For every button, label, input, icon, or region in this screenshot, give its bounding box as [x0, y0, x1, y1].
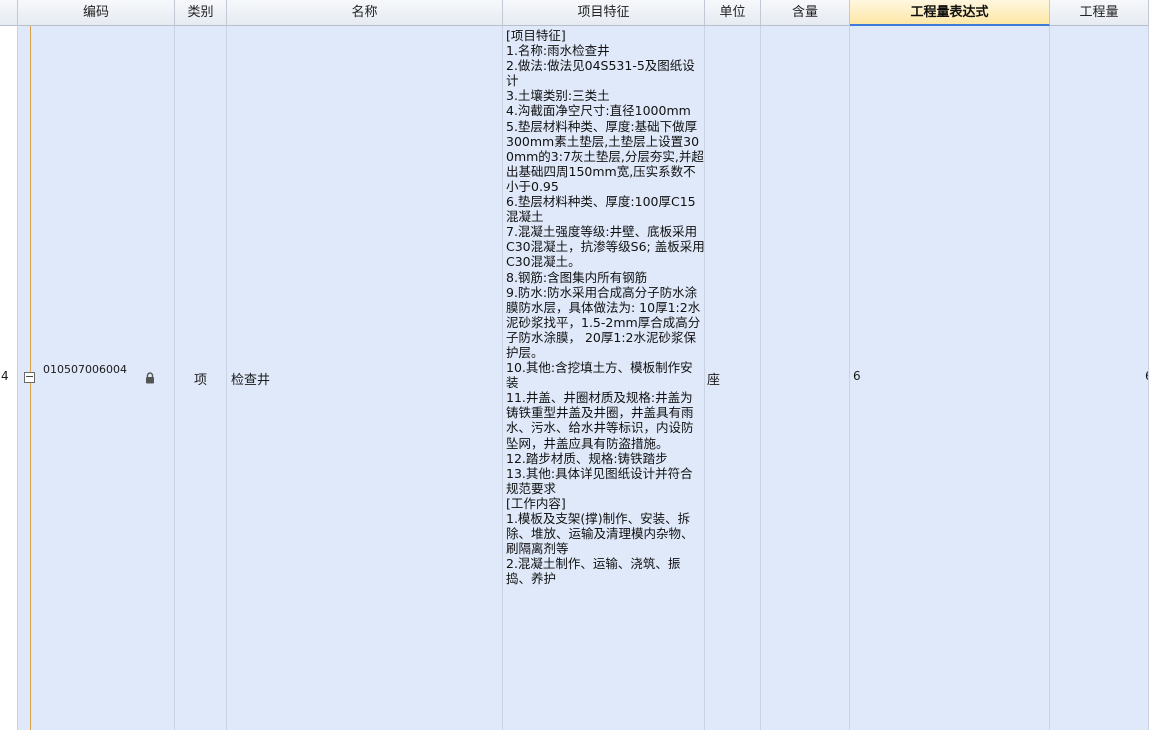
quantity-expression-cell[interactable]: 6: [850, 26, 1050, 730]
code-cell[interactable]: − 010507006004: [18, 26, 175, 730]
features-cell[interactable]: [项目特征] 1.名称:雨水检查井 2.做法:做法见04S531-5及图纸设计 …: [503, 26, 705, 730]
name-cell[interactable]: 检查井: [227, 26, 503, 730]
header-quantity-expression[interactable]: 工程量表达式: [850, 0, 1050, 26]
header-code[interactable]: 编码: [18, 0, 175, 26]
unit-value: 座: [707, 373, 721, 388]
header-quantity[interactable]: 工程量: [1050, 0, 1149, 26]
lock-icon: [146, 372, 154, 384]
row-number: 4: [1, 369, 9, 383]
features-value: [项目特征] 1.名称:雨水检查井 2.做法:做法见04S531-5及图纸设计 …: [506, 28, 705, 587]
name-value: 检查井: [231, 373, 271, 388]
code-value: 010507006004: [43, 363, 127, 376]
quantity-value: 6: [1145, 369, 1148, 383]
header-name[interactable]: 名称: [227, 0, 503, 26]
content-cell[interactable]: [761, 26, 850, 730]
row-number-cell[interactable]: 4: [0, 26, 18, 730]
header-features[interactable]: 项目特征: [503, 0, 705, 26]
header-unit[interactable]: 单位: [705, 0, 761, 26]
bill-of-quantities-grid: 编码 类别 名称 项目特征 单位 含量 工程量表达式 工程量 4 − 01050…: [0, 0, 1149, 730]
collapse-icon[interactable]: −: [24, 371, 35, 383]
category-cell[interactable]: 项: [175, 26, 227, 730]
header-category[interactable]: 类别: [175, 0, 227, 26]
unit-cell[interactable]: 座: [705, 26, 761, 730]
quantity-cell[interactable]: 6: [1050, 26, 1149, 730]
header-content[interactable]: 含量: [761, 0, 850, 26]
category-value: 项: [193, 373, 207, 388]
row-number-header: [0, 0, 18, 26]
quantity-expression-value: 6: [853, 369, 861, 383]
